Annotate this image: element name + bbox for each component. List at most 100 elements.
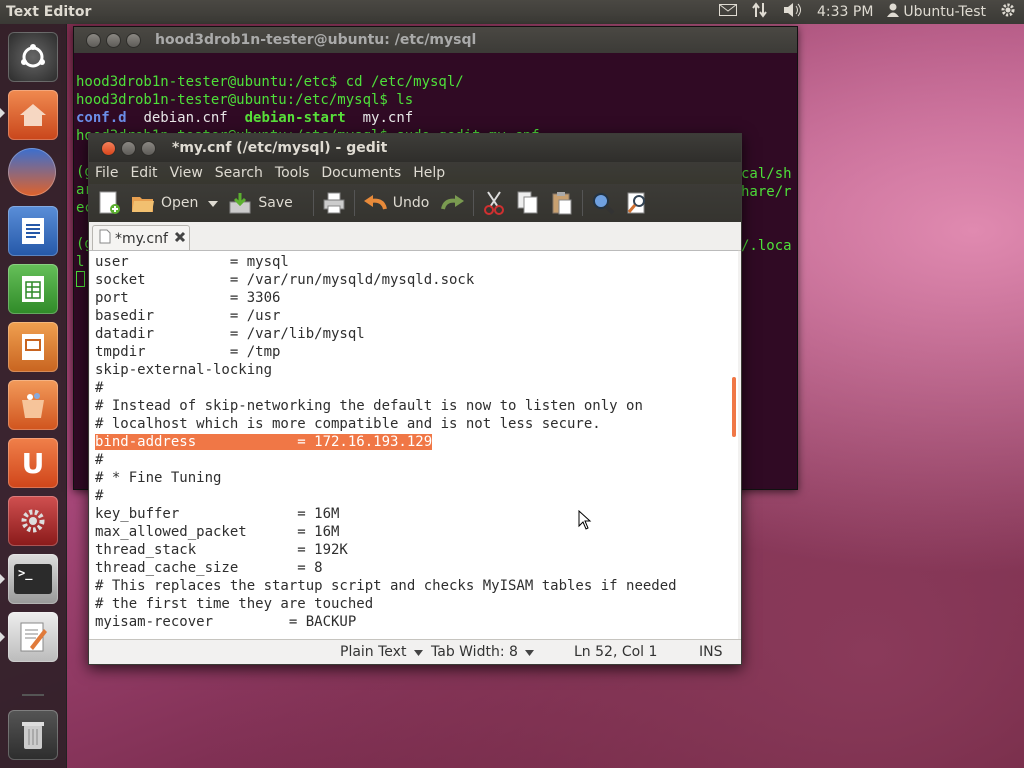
- gedit-window[interactable]: *my.cnf (/etc/mysql) - gedit File Edit V…: [88, 133, 742, 665]
- top-panel: Text Editor 4:33 PM Ubuntu-Test: [0, 0, 1024, 24]
- toolbar-separator: [353, 190, 355, 216]
- code-line[interactable]: skip-external-locking: [95, 361, 733, 379]
- cut-button[interactable]: [482, 191, 506, 215]
- save-icon: [228, 191, 252, 215]
- terminal-maximize-button[interactable]: [126, 32, 141, 48]
- tab-my-cnf[interactable]: *my.cnf: [92, 225, 190, 251]
- terminal-close-button[interactable]: [86, 32, 101, 48]
- redo-button[interactable]: [441, 191, 465, 215]
- toolbar-separator: [473, 190, 475, 216]
- calc-icon[interactable]: [8, 264, 58, 314]
- terminal-right-column: cal/sh hare/r /.loca: [741, 147, 792, 291]
- user-menu[interactable]: Ubuntu-Test: [887, 3, 986, 21]
- code-line[interactable]: basedir = /usr: [95, 307, 733, 325]
- terminal-icon[interactable]: >_: [8, 554, 58, 604]
- find-replace-icon: [627, 192, 646, 214]
- mouse-pointer-icon: [578, 509, 592, 534]
- firefox-icon[interactable]: [8, 148, 56, 196]
- terminal-titlebar[interactable]: hood3drob1n-tester@ubuntu: /etc/mysql: [74, 27, 797, 53]
- system-tray: 4:33 PM Ubuntu-Test: [719, 2, 1024, 22]
- gedit-close-button[interactable]: [101, 140, 116, 156]
- code-line[interactable]: # Instead of skip-networking the default…: [95, 397, 733, 415]
- writer-icon[interactable]: [8, 206, 58, 256]
- code-line[interactable]: # This replaces the startup script and c…: [95, 577, 733, 595]
- home-folder-icon[interactable]: [8, 90, 58, 140]
- code-line[interactable]: myisam-recover = BACKUP: [95, 613, 733, 631]
- code-line[interactable]: socket = /var/run/mysqld/mysqld.sock: [95, 271, 733, 289]
- tab-close-icon[interactable]: [174, 231, 186, 247]
- menu-view[interactable]: View: [164, 165, 209, 181]
- find-replace-button[interactable]: [625, 191, 649, 215]
- text-editor-area[interactable]: user = mysql socket = /var/run/mysqld/mys…: [90, 250, 738, 639]
- trash-icon[interactable]: [8, 710, 58, 760]
- terminal-partial-right: cal/sh: [741, 166, 792, 182]
- code-line-text: socket = /var/run/mysqld/mysqld.sock: [95, 272, 475, 288]
- network-icon[interactable]: [751, 2, 769, 22]
- code-line[interactable]: datadir = /var/lib/mysql: [95, 325, 733, 343]
- text-editor-icon[interactable]: [8, 612, 58, 662]
- menu-tools[interactable]: Tools: [269, 165, 316, 181]
- active-app-title: Text Editor: [6, 4, 92, 20]
- code-line-text: thread_stack = 192K: [95, 542, 348, 558]
- code-line[interactable]: #: [95, 379, 733, 397]
- code-line[interactable]: max_allowed_packet = 16M: [95, 523, 733, 541]
- code-line-text: myisam-recover = BACKUP: [95, 614, 357, 630]
- open-button[interactable]: Open: [131, 191, 198, 215]
- menu-search[interactable]: Search: [209, 165, 269, 181]
- code-line[interactable]: user = mysql: [95, 253, 733, 271]
- terminal-minimize-button[interactable]: [106, 32, 121, 48]
- vertical-scrollbar[interactable]: [732, 377, 736, 437]
- print-button[interactable]: [322, 191, 346, 215]
- code-line[interactable]: #: [95, 487, 733, 505]
- code-line[interactable]: key_buffer = 16M: [95, 505, 733, 523]
- terminal-ls-output: conf.d debian.cnf debian-start my.cnf: [76, 109, 795, 127]
- open-label: Open: [161, 195, 199, 211]
- code-line-selected[interactable]: bind-address = 172.16.193.129: [95, 433, 733, 451]
- undo-button[interactable]: Undo: [363, 191, 430, 215]
- menu-help[interactable]: Help: [407, 165, 451, 181]
- code-line-text: # This replaces the startup script and c…: [95, 578, 677, 594]
- new-document-button[interactable]: [97, 191, 121, 215]
- gear-icon[interactable]: [1000, 2, 1016, 22]
- code-line[interactable]: thread_stack = 192K: [95, 541, 733, 559]
- code-line[interactable]: #: [95, 451, 733, 469]
- copy-button[interactable]: [516, 191, 540, 215]
- volume-icon[interactable]: [783, 2, 803, 22]
- system-settings-icon[interactable]: [8, 496, 58, 546]
- tab-width-selector[interactable]: Tab Width: 8: [431, 644, 535, 660]
- code-line-text: # the first time they are touched: [95, 596, 374, 612]
- gedit-titlebar[interactable]: *my.cnf (/etc/mysql) - gedit: [89, 134, 741, 162]
- ubuntu-dash-icon[interactable]: [8, 32, 58, 82]
- open-dropdown-chevron-down-icon[interactable]: [208, 195, 219, 211]
- code-line[interactable]: # localhost which is more compatible and…: [95, 415, 733, 433]
- save-button[interactable]: Save: [228, 191, 293, 215]
- code-line-text: #: [95, 488, 104, 504]
- gedit-minimize-button[interactable]: [121, 140, 136, 156]
- code-line-text: port = 3306: [95, 290, 281, 306]
- impress-icon[interactable]: [8, 322, 58, 372]
- software-center-icon[interactable]: [8, 380, 58, 430]
- code-line[interactable]: # * Fine Tuning: [95, 469, 733, 487]
- code-line-text: # localhost which is more compatible and…: [95, 416, 601, 432]
- ubuntu-one-icon[interactable]: U: [8, 438, 58, 488]
- code-line-text: thread_cache_size = 8: [95, 560, 323, 576]
- gedit-maximize-button[interactable]: [141, 140, 156, 156]
- code-line-text: user = mysql: [95, 254, 289, 270]
- find-button[interactable]: [591, 191, 615, 215]
- code-line-text: max_allowed_packet = 16M: [95, 524, 340, 540]
- code-line[interactable]: tmpdir = /tmp: [95, 343, 733, 361]
- paste-button[interactable]: [550, 191, 574, 215]
- code-view[interactable]: user = mysql socket = /var/run/mysqld/mys…: [90, 251, 738, 633]
- clock[interactable]: 4:33 PM: [817, 4, 873, 20]
- menu-documents[interactable]: Documents: [315, 165, 407, 181]
- language-label: Plain Text: [340, 644, 407, 660]
- mail-icon[interactable]: [719, 4, 737, 20]
- menu-file[interactable]: File: [89, 165, 124, 181]
- launcher-divider: [22, 694, 44, 696]
- language-selector[interactable]: Plain Text: [340, 644, 423, 660]
- code-line[interactable]: thread_cache_size = 8: [95, 559, 733, 577]
- code-line[interactable]: port = 3306: [95, 289, 733, 307]
- code-line[interactable]: # the first time they are touched: [95, 595, 733, 613]
- undo-label: Undo: [392, 195, 430, 211]
- menu-edit[interactable]: Edit: [124, 165, 163, 181]
